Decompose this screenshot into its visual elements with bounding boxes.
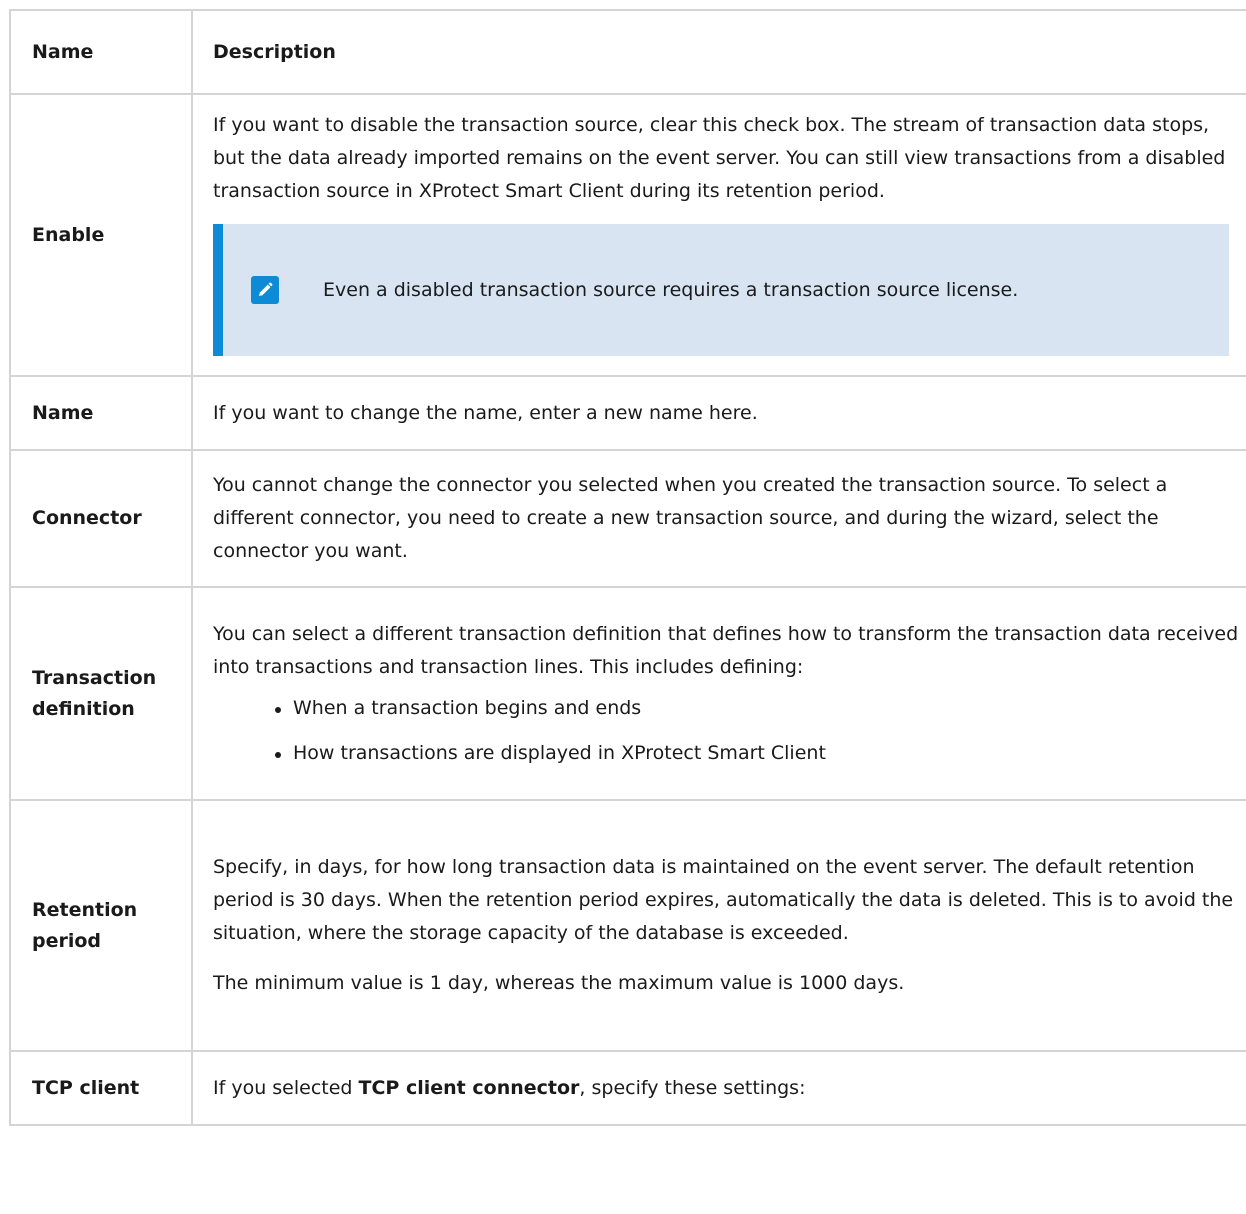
row-name-definition: Transaction definition — [32, 667, 157, 720]
row-name-name: Name — [32, 401, 94, 424]
row-desc-cell: If you selected TCP client connector, sp… — [191, 1050, 1246, 1126]
settings-table: Name Description Enable If you want to d… — [9, 9, 1246, 1126]
row-desc-connector: You cannot change the connector you sele… — [213, 474, 1168, 562]
row-desc-cell: You cannot change the connector you sele… — [191, 449, 1246, 588]
tcp-desc-bold: TCP client connector — [358, 1076, 580, 1099]
note-text: Even a disabled transaction source requi… — [323, 278, 1019, 301]
row-desc-retention-2: The minimum value is 1 day, whereas the … — [213, 972, 905, 994]
row-desc-cell: Specify, in days, for how long transacti… — [191, 799, 1246, 1052]
row-desc-cell: If you want to change the name, enter a … — [191, 375, 1246, 451]
header-name-cell: Name — [9, 9, 193, 95]
row-desc-name: If you want to change the name, enter a … — [213, 401, 758, 424]
row-name-cell: Enable — [9, 93, 193, 377]
list-item: When a transaction begins and ends — [275, 692, 1239, 725]
row-name-retention: Retention period — [32, 899, 138, 952]
definition-bullet-list: When a transaction begins and ends How t… — [213, 692, 1239, 770]
tcp-desc-prefix: If you selected — [213, 1076, 359, 1099]
row-name-cell: TCP client — [9, 1050, 193, 1126]
list-item: How transactions are displayed in XProte… — [275, 737, 1239, 770]
table-row-retention: Retention period Specify, in days, for h… — [9, 799, 1246, 1052]
table-row-connector: Connector You cannot change the connecto… — [9, 449, 1246, 588]
table-row-name: Name If you want to change the name, ent… — [9, 375, 1246, 451]
row-name-cell: Retention period — [9, 799, 193, 1052]
table-header-row: Name Description — [9, 9, 1246, 95]
row-desc-retention: Specify, in days, for how long transacti… — [213, 856, 1234, 944]
pencil-icon — [251, 276, 279, 304]
row-desc-cell: If you want to disable the transaction s… — [191, 93, 1246, 377]
row-name-cell: Transaction definition — [9, 586, 193, 801]
row-desc-enable: If you want to disable the transaction s… — [213, 114, 1226, 202]
header-name: Name — [32, 40, 94, 63]
row-desc-cell: You can select a different transaction d… — [191, 586, 1246, 801]
table-row-tcp: TCP client If you selected TCP client co… — [9, 1050, 1246, 1126]
row-name-cell: Name — [9, 375, 193, 451]
row-name-connector: Connector — [32, 507, 142, 530]
row-desc-tcp: If you selected TCP client connector, sp… — [193, 1072, 1246, 1105]
note-box: Even a disabled transaction source requi… — [213, 224, 1229, 356]
header-description: Description — [213, 40, 336, 63]
tcp-desc-suffix: , specify these settings: — [579, 1076, 806, 1099]
table-row-definition: Transaction definition You can select a … — [9, 586, 1246, 801]
row-name-cell: Connector — [9, 449, 193, 588]
table-row-enable: Enable If you want to disable the transa… — [9, 93, 1246, 377]
row-desc-definition: You can select a different transaction d… — [213, 622, 1239, 678]
row-name-enable: Enable — [32, 223, 105, 246]
row-name-tcp: TCP client — [32, 1076, 140, 1099]
header-description-cell: Description — [191, 9, 1246, 95]
